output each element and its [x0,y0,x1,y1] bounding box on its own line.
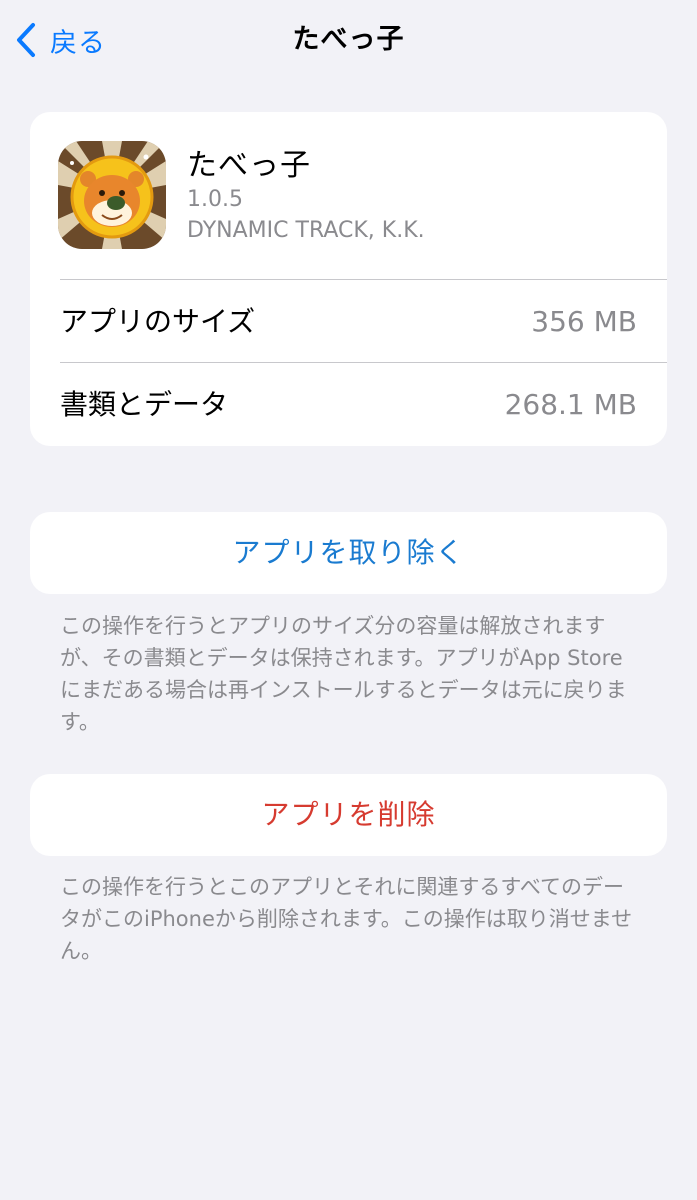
app-header: たべっ子 1.0.5 DYNAMIC TRACK, K.K. [30,112,667,280]
delete-app-button[interactable]: アプリを削除 [30,774,667,856]
offload-app-button[interactable]: アプリを取り除く [30,512,667,594]
navigation-bar: 戻る たべっ子 [0,0,697,80]
app-size-row: アプリのサイズ 356 MB [30,280,667,363]
app-name: たべっ子 [187,148,311,183]
app-version: 1.0.5 [187,187,243,212]
delete-app-label: アプリを削除 [261,798,436,831]
delete-footnote: この操作を行うとこのアプリとそれに関連するすべてのデータがこのiPhoneから削… [60,875,633,963]
documents-data-label: 書類とデータ [60,388,229,421]
documents-data-value: 268.1 MB [504,388,637,421]
documents-data-row: 書類とデータ 268.1 MB [30,363,667,446]
app-info-card: たべっ子 1.0.5 DYNAMIC TRACK, K.K. アプリのサイズ 3… [30,112,667,446]
offload-app-label: アプリを取り除く [232,536,465,569]
offload-footnote: この操作を行うとアプリのサイズ分の容量は解放されますが、その書類とデータは保持さ… [60,614,627,734]
app-size-label: アプリのサイズ [60,305,256,338]
app-developer: DYNAMIC TRACK, K.K. [187,218,425,243]
app-size-value: 356 MB [531,305,637,338]
page-title: たべっ子 [292,24,405,55]
lion-app-icon [58,141,166,249]
